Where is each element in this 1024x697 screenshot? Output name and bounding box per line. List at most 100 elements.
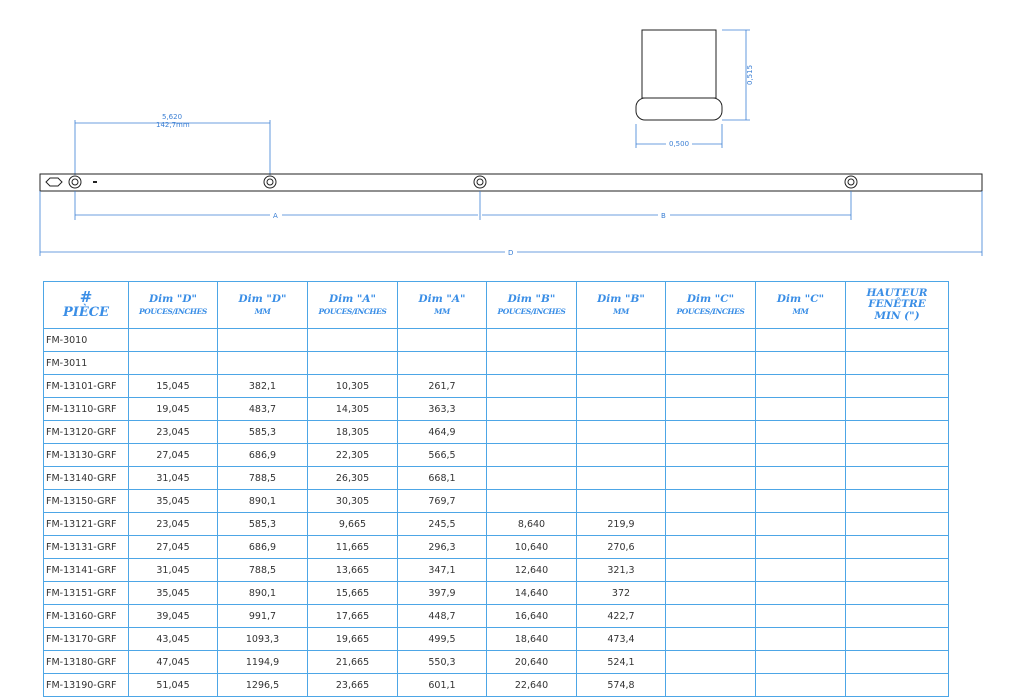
table-row: FM-13140-GRF 31,045 788,5 26,305 668,1 (43, 466, 949, 490)
cell-dim-a-mm: 363,3 (397, 397, 487, 421)
cell-dim-b-mm (576, 489, 666, 513)
cell-dim-a-inches: 10,305 (307, 374, 398, 398)
cell-dim-d-mm (217, 328, 308, 352)
cell-window-height (845, 512, 949, 536)
cell-dim-a-inches: 19,665 (307, 627, 398, 651)
header-dim-a-inches: Dim "A" POUCES/INCHES (307, 281, 398, 329)
cell-dim-a-mm: 668,1 (397, 466, 487, 490)
cell-dim-b-inches: 16,640 (486, 604, 577, 628)
cell-dim-b-inches: 10,640 (486, 535, 577, 559)
cell-dim-d-inches: 27,045 (128, 535, 218, 559)
table-row: FM-13131-GRF 27,045 686,9 11,665 296,3 10,640… (43, 535, 949, 559)
cell-dim-b-inches: 22,640 (486, 673, 577, 697)
dim-b-label: B (661, 212, 666, 220)
cell-dim-d-mm: 483,7 (217, 397, 308, 421)
bar-end-icon (45, 177, 63, 187)
cell-dim-b-inches: 8,640 (486, 512, 577, 536)
cell-dim-c-mm (755, 604, 846, 628)
cell-piece: FM-13160-GRF (43, 604, 129, 628)
cell-dim-a-mm: 448,7 (397, 604, 487, 628)
cell-window-height (845, 328, 949, 352)
cell-dim-d-inches (128, 351, 218, 375)
cell-dim-b-inches (486, 443, 577, 467)
cell-dim-d-mm: 585,3 (217, 512, 308, 536)
cell-dim-d-inches: 47,045 (128, 650, 218, 674)
cell-dim-b-mm: 219,9 (576, 512, 666, 536)
cell-dim-c-mm (755, 581, 846, 605)
cell-dim-c-mm (755, 673, 846, 697)
cell-window-height (845, 443, 949, 467)
header-piece: # PIÈCE (43, 281, 129, 329)
cell-dim-c-mm (755, 420, 846, 444)
cell-dim-c-inches (665, 581, 756, 605)
table-row: FM-13121-GRF 23,045 585,3 9,665 245,5 8,640 21… (43, 512, 949, 536)
cell-piece: FM-13131-GRF (43, 535, 129, 559)
cell-dim-c-mm (755, 328, 846, 352)
cell-dim-c-mm (755, 466, 846, 490)
cell-dim-a-mm: 464,9 (397, 420, 487, 444)
cell-dim-a-inches: 11,665 (307, 535, 398, 559)
cell-dim-a-mm: 566,5 (397, 443, 487, 467)
cell-dim-c-inches (665, 512, 756, 536)
cell-dim-c-inches (665, 673, 756, 697)
cell-dim-c-mm (755, 535, 846, 559)
cell-piece: FM-3010 (43, 328, 129, 352)
cell-dim-d-inches: 31,045 (128, 466, 218, 490)
cell-dim-a-inches: 17,665 (307, 604, 398, 628)
cell-window-height (845, 581, 949, 605)
header-dim-c-inches: Dim "C" POUCES/INCHES (665, 281, 756, 329)
cell-dim-b-mm: 321,3 (576, 558, 666, 582)
header-window-height: HAUTEUR FENÊTRE MIN (") (845, 281, 949, 329)
cell-dim-c-mm (755, 627, 846, 651)
cell-window-height (845, 466, 949, 490)
cell-dim-c-inches (665, 374, 756, 398)
cell-dim-b-inches: 18,640 (486, 627, 577, 651)
cell-dim-b-mm (576, 420, 666, 444)
cell-dim-d-inches: 35,045 (128, 489, 218, 513)
cell-dim-b-mm (576, 374, 666, 398)
header-dim-b-inches: Dim "B" POUCES/INCHES (486, 281, 577, 329)
cell-dim-d-inches: 35,045 (128, 581, 218, 605)
cell-piece: FM-13120-GRF (43, 420, 129, 444)
cell-dim-a-mm: 347,1 (397, 558, 487, 582)
cell-dim-a-inches: 9,665 (307, 512, 398, 536)
cell-dim-b-mm: 574,8 (576, 673, 666, 697)
cell-dim-c-mm (755, 374, 846, 398)
cell-window-height (845, 673, 949, 697)
cell-dim-c-inches (665, 604, 756, 628)
cell-window-height (845, 351, 949, 375)
cell-dim-d-mm: 890,1 (217, 581, 308, 605)
cell-dim-d-inches: 23,045 (128, 420, 218, 444)
profile-height-text: 0,515 (746, 65, 754, 85)
cell-dim-b-mm (576, 351, 666, 375)
cell-piece: FM-13151-GRF (43, 581, 129, 605)
cell-dim-d-inches: 51,045 (128, 673, 218, 697)
cell-dim-c-inches (665, 466, 756, 490)
profile-section (635, 29, 723, 121)
cell-dim-b-inches (486, 489, 577, 513)
cell-dim-d-inches: 31,045 (128, 558, 218, 582)
cell-dim-a-mm: 550,3 (397, 650, 487, 674)
table-row: FM-13101-GRF 15,045 382,1 10,305 261,7 (43, 374, 949, 398)
cell-dim-c-mm (755, 351, 846, 375)
header-dim-d-mm: Dim "D" MM (217, 281, 308, 329)
cell-dim-a-inches (307, 328, 398, 352)
cell-dim-b-inches: 20,640 (486, 650, 577, 674)
technical-drawing: 0,515 0,500 5,620 142,7mm A B D (39, 29, 983, 257)
cell-dim-b-mm (576, 397, 666, 421)
cell-dim-c-inches (665, 650, 756, 674)
cell-dim-b-mm: 422,7 (576, 604, 666, 628)
cell-dim-d-inches: 39,045 (128, 604, 218, 628)
cell-dim-d-inches: 27,045 (128, 443, 218, 467)
cell-piece: FM-13141-GRF (43, 558, 129, 582)
cell-dim-d-mm: 788,5 (217, 466, 308, 490)
d-dimension (39, 191, 983, 256)
cell-dim-a-inches: 13,665 (307, 558, 398, 582)
cell-dim-a-mm: 261,7 (397, 374, 487, 398)
cell-dim-c-mm (755, 397, 846, 421)
table-row: FM-13150-GRF 35,045 890,1 30,305 769,7 (43, 489, 949, 513)
cell-dim-a-mm: 397,9 (397, 581, 487, 605)
cell-dim-a-mm: 245,5 (397, 512, 487, 536)
table-row: FM-13130-GRF 27,045 686,9 22,305 566,5 (43, 443, 949, 467)
cell-dim-b-inches (486, 374, 577, 398)
